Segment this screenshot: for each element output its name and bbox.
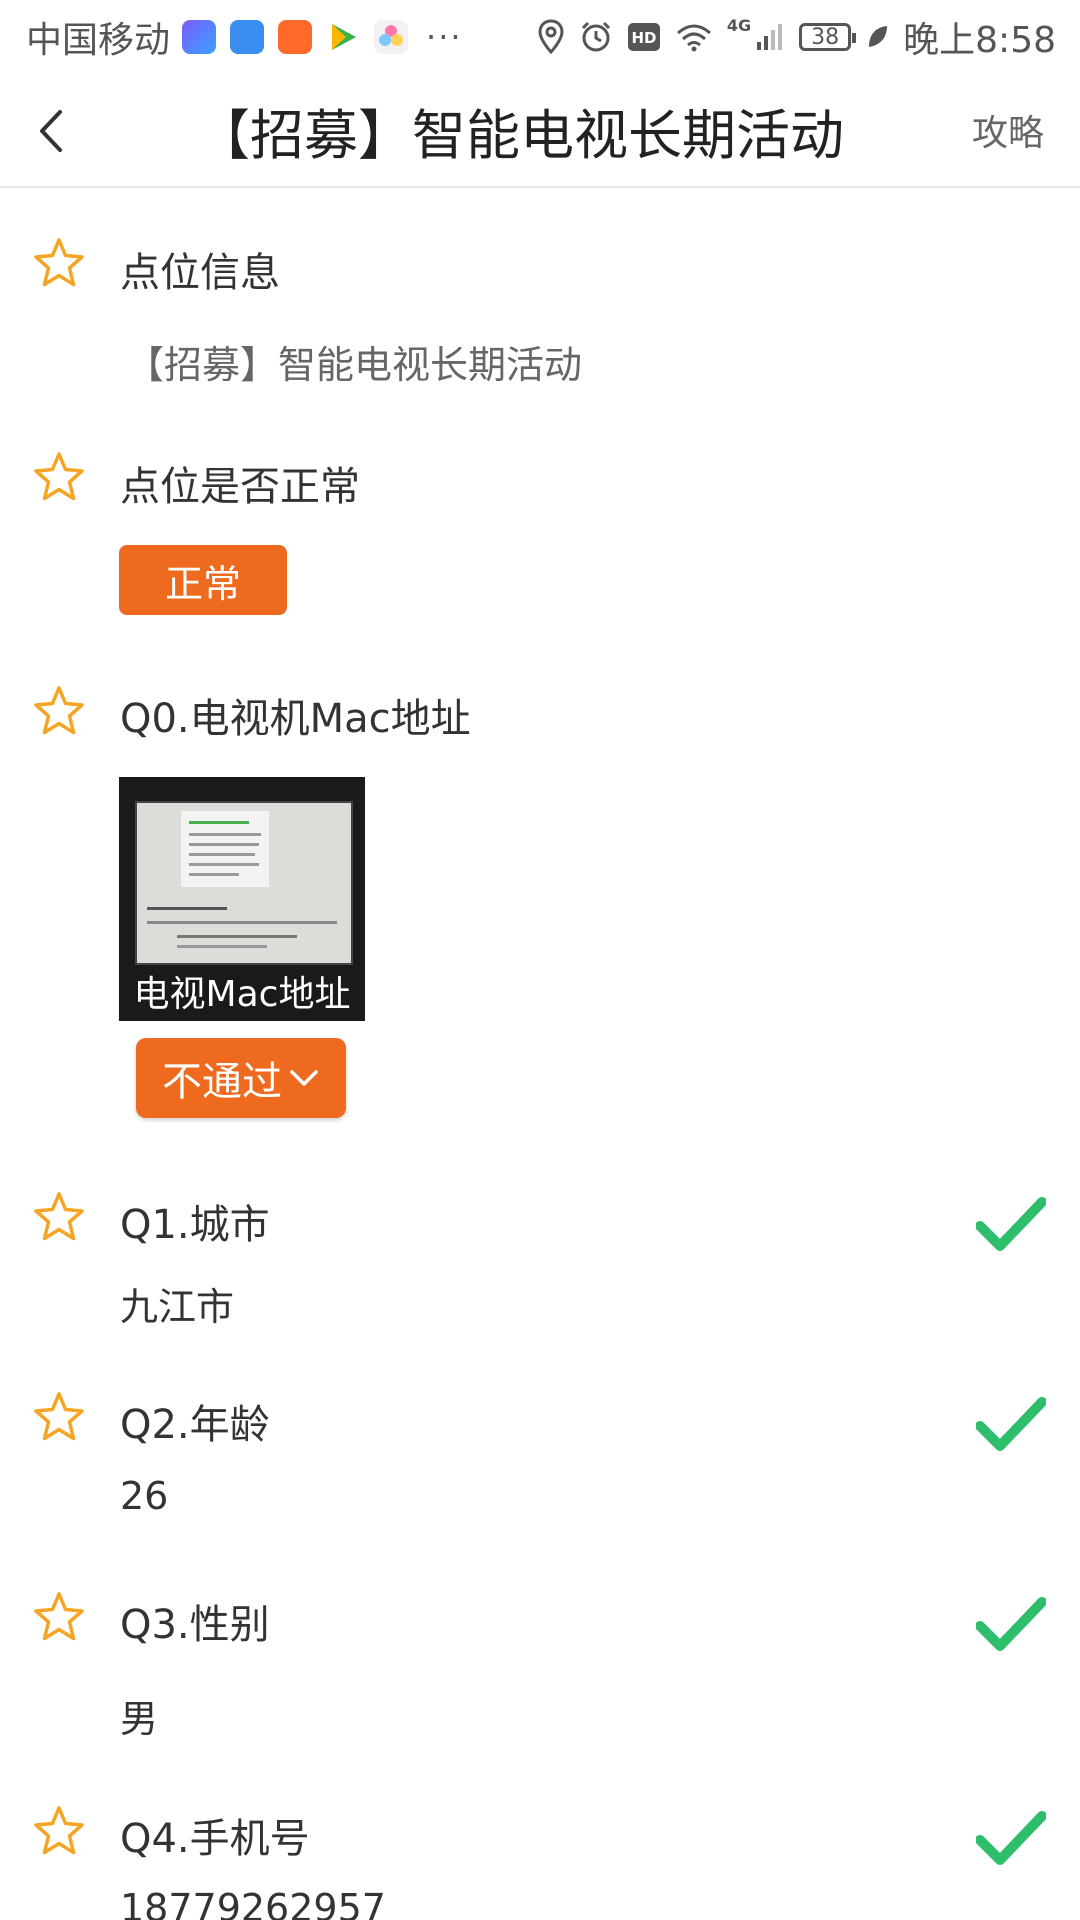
chevron-left-icon	[40, 110, 62, 152]
clock: 晚上8:58	[903, 20, 1056, 61]
review-status-label: 不通过	[162, 1059, 282, 1105]
tencent-video-icon	[326, 20, 360, 54]
point-info-title: 点位信息	[120, 250, 280, 296]
star-icon	[34, 1192, 84, 1241]
location-icon	[538, 19, 564, 55]
photo-detail	[189, 843, 259, 846]
q2-answer: 26	[120, 1474, 169, 1518]
photo-detail	[147, 907, 227, 910]
photo-detail	[147, 921, 337, 924]
star-icon	[34, 1392, 84, 1441]
photo-detail	[177, 935, 297, 938]
check-icon	[976, 1197, 1046, 1251]
star-icon	[34, 686, 84, 735]
status-bar-left: 中国移动 ···	[26, 11, 463, 63]
photo-detail	[177, 945, 267, 948]
battery-icon: 38	[799, 23, 857, 51]
q0-title: Q0.电视机Mac地址	[120, 696, 471, 742]
q4-title: Q4.手机号	[120, 1816, 310, 1862]
q3-title: Q3.性别	[120, 1602, 270, 1648]
card-app-icon	[230, 20, 265, 54]
normal-button[interactable]: 正常	[119, 545, 287, 615]
check-icon	[976, 1811, 1046, 1865]
play-app-icon	[278, 20, 313, 54]
photo-detail	[189, 873, 239, 876]
video-app-icon	[182, 20, 217, 54]
q1-answer: 九江市	[120, 1285, 235, 1329]
leaf-icon	[869, 26, 888, 47]
q2-title: Q2.年龄	[120, 1402, 270, 1448]
star-icon	[34, 238, 84, 287]
star-icon	[34, 452, 84, 501]
star-icon	[34, 1592, 84, 1641]
alarm-icon	[581, 21, 610, 52]
page-title: 【招募】智能电视长期活动	[196, 103, 844, 167]
point-info-value: 【招募】智能电视长期活动	[126, 343, 583, 387]
chevron-down-icon	[290, 1070, 318, 1086]
check-icon	[976, 1397, 1046, 1451]
wifi-icon	[676, 24, 711, 52]
photo-detail	[189, 833, 261, 836]
mac-address-photo[interactable]: 电视Mac地址	[119, 777, 365, 1021]
more-notifications: ···	[426, 18, 463, 56]
star-icon	[34, 1806, 84, 1855]
signal-icon	[757, 24, 783, 50]
q4-answer: 18779262957	[120, 1886, 386, 1920]
photo-detail	[189, 863, 259, 866]
svg-text:HD: HD	[631, 29, 656, 47]
q1-title: Q1.城市	[120, 1202, 270, 1248]
q3-answer: 男	[120, 1697, 159, 1741]
check-icon	[976, 1597, 1046, 1651]
network-type: 4G	[726, 15, 752, 35]
status-bar-right: HD 4G 38 晚上8:58	[523, 11, 1056, 63]
status-bar: 中国移动 ··· HD 4G 38 晚上8:58	[0, 0, 1080, 74]
carrier-name: 中国移动	[26, 20, 171, 61]
guide-link[interactable]: 攻略	[972, 74, 1044, 186]
point-normal-title: 点位是否正常	[120, 464, 360, 510]
hd-icon: HD	[627, 23, 660, 51]
back-button[interactable]	[26, 98, 86, 164]
photo-tv-screen	[135, 801, 353, 965]
review-status-dropdown[interactable]: 不通过	[136, 1038, 346, 1118]
photo-caption: 电视Mac地址	[133, 974, 351, 1015]
battery-level: 38	[811, 24, 840, 50]
nav-header: 【招募】智能电视长期活动 攻略	[0, 74, 1080, 188]
photo-detail	[189, 853, 255, 856]
photo-detail	[189, 821, 249, 824]
flower-app-icon	[374, 20, 409, 54]
photo-document	[181, 811, 269, 887]
page: 中国移动 ··· HD 4G 38 晚上8:58 【招募】智能电视长期活动 攻略…	[0, 0, 1080, 1920]
